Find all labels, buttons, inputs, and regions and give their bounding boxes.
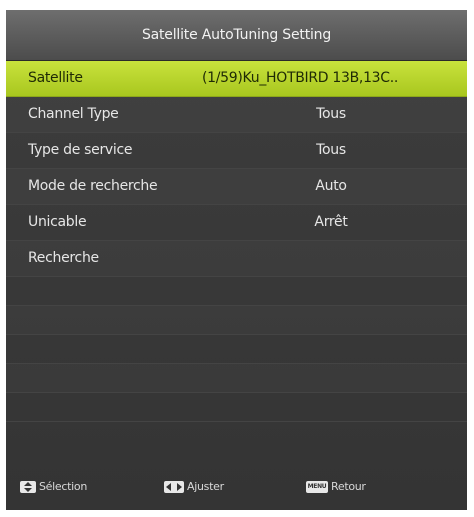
empty-row <box>6 364 467 393</box>
up-down-arrows-icon <box>20 480 36 493</box>
channel-type-label: Channel Type <box>28 106 119 122</box>
satellite-value: (1/59)Ku_HOTBIRD 13B,13C.. <box>202 70 399 86</box>
menu-row-search[interactable]: Recherche <box>6 241 467 277</box>
hint-back: MENU Retour <box>306 480 366 493</box>
service-type-value: Tous <box>316 142 346 158</box>
service-type-label: Type de service <box>28 142 133 158</box>
empty-row <box>6 393 467 422</box>
hint-select: Sélection <box>20 480 87 493</box>
hint-adjust: Ajuster <box>164 480 224 493</box>
left-right-arrows-icon <box>164 480 184 493</box>
empty-row <box>6 335 467 364</box>
key-hints-footer: Sélection Ajuster MENU Retour <box>6 468 467 510</box>
menu-row-channel-type[interactable]: Channel Type Tous <box>6 97 467 133</box>
menu-row-unicable[interactable]: Unicable Arrêt <box>6 205 467 241</box>
unicable-value: Arrêt <box>314 214 348 230</box>
empty-row <box>6 306 467 335</box>
menu-row-search-mode[interactable]: Mode de recherche Auto <box>6 169 467 205</box>
adjust-hint-label: Ajuster <box>187 480 224 493</box>
channel-type-value: Tous <box>316 106 346 122</box>
satellite-label: Satellite <box>28 70 83 86</box>
satellite-autotuning-menu: Satellite AutoTuning Setting Satellite (… <box>6 10 467 510</box>
search-label: Recherche <box>28 250 99 266</box>
unicable-label: Unicable <box>28 214 87 230</box>
menu-key-icon: MENU <box>306 480 328 493</box>
search-mode-label: Mode de recherche <box>28 178 158 194</box>
search-mode-value: Auto <box>315 178 347 194</box>
empty-row <box>6 277 467 306</box>
back-hint-label: Retour <box>331 480 366 493</box>
menu-title: Satellite AutoTuning Setting <box>6 10 467 61</box>
select-hint-label: Sélection <box>39 480 87 493</box>
settings-list: Satellite (1/59)Ku_HOTBIRD 13B,13C.. Cha… <box>6 61 467 422</box>
menu-row-service-type[interactable]: Type de service Tous <box>6 133 467 169</box>
menu-row-satellite[interactable]: Satellite (1/59)Ku_HOTBIRD 13B,13C.. <box>6 61 467 97</box>
